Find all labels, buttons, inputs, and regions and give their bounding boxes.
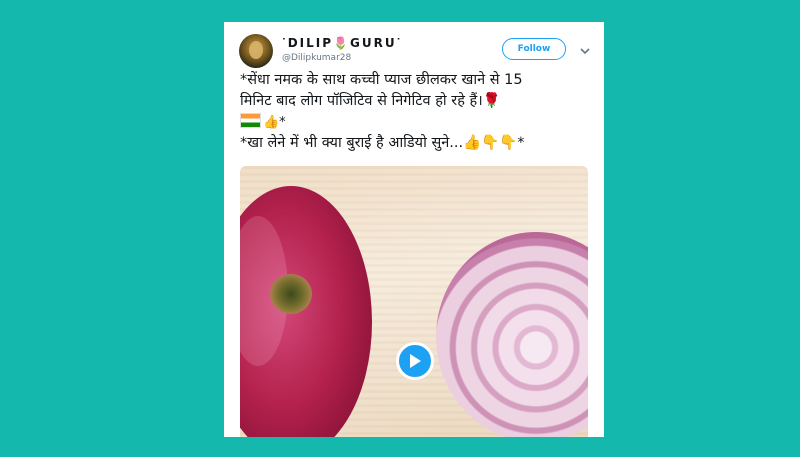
india-flag-icon	[240, 113, 261, 128]
tweet-text-line: *खा लेने में भी क्या बुराई है आडियो सुने…	[240, 135, 525, 151]
chevron-down-icon[interactable]	[579, 42, 591, 55]
user-display-name[interactable]: ᐝDILIP🌷GURUᐝ	[282, 36, 402, 50]
play-icon[interactable]	[396, 342, 434, 380]
tweet-text: *सेंधा नमक के साथ कच्ची प्याज छीलकर खाने…	[240, 70, 592, 154]
follow-button[interactable]: Follow	[502, 38, 566, 60]
tweet-card: ᐝDILIP🌷GURUᐝ @Dilipkumar28 Follow *सेंधा…	[224, 22, 604, 437]
tweet-text-line: *सेंधा नमक के साथ कच्ची प्याज छीलकर खाने…	[240, 72, 523, 88]
video-media[interactable]	[240, 166, 588, 437]
tweet-text-line: मिनिट बाद लोग पॉजिटिव से निगेटिव हो रहे …	[240, 93, 501, 109]
avatar[interactable]	[239, 34, 273, 68]
tweet-text-line: 👍*	[263, 115, 286, 130]
user-handle[interactable]: @Dilipkumar28	[282, 53, 351, 63]
